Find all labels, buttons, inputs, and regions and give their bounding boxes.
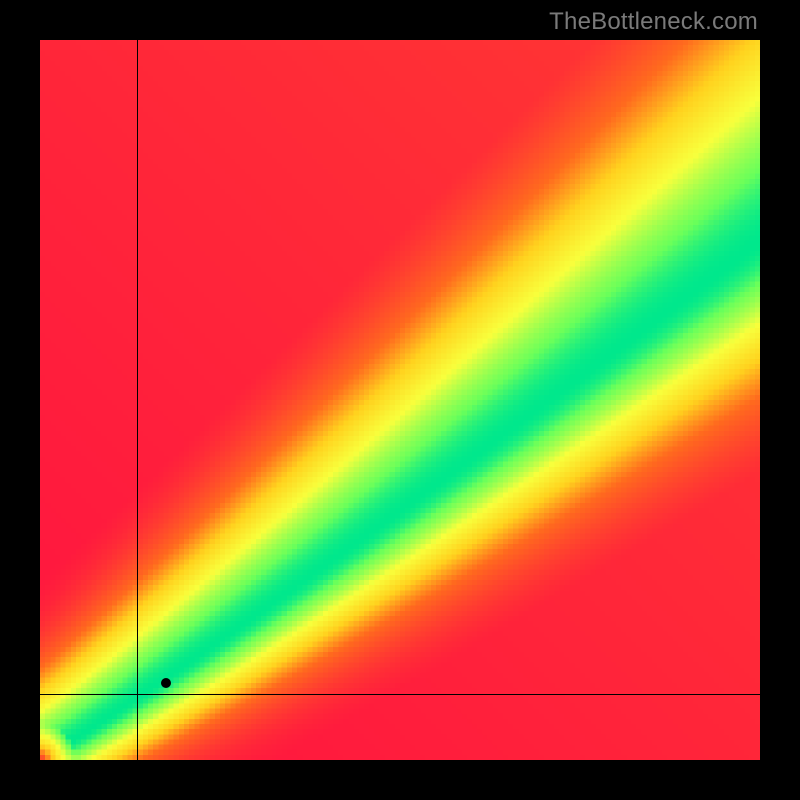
chart-frame: TheBottleneck.com [0, 0, 800, 800]
heatmap-canvas [40, 40, 760, 760]
watermark-label: TheBottleneck.com [549, 8, 758, 36]
heatmap-plot [40, 40, 760, 760]
